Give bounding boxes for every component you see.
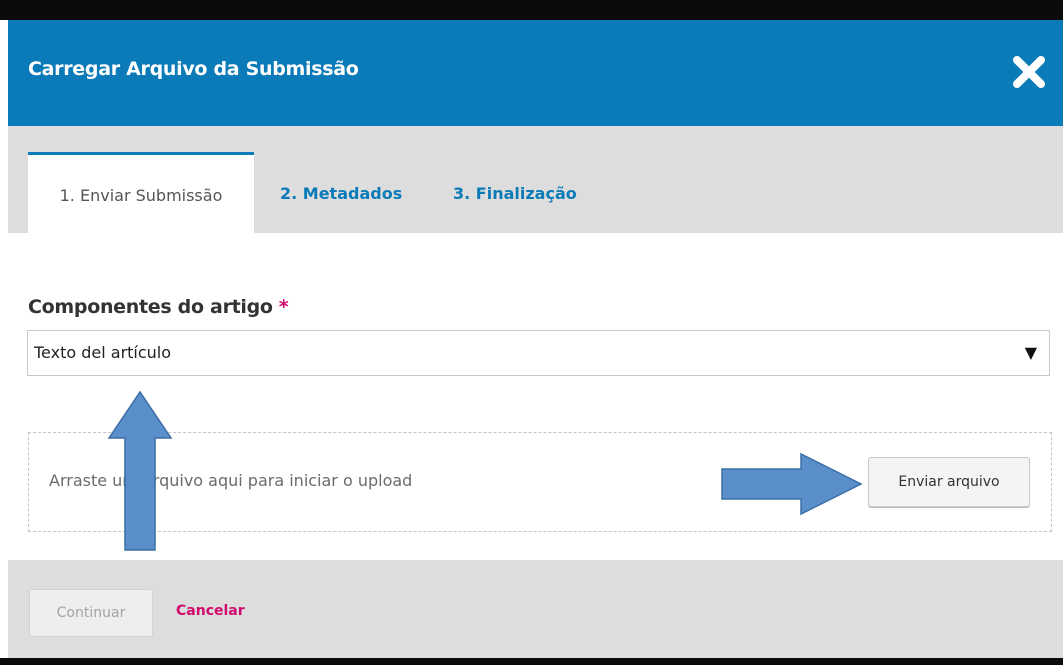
dialog-header: Carregar Arquivo da Submissão xyxy=(8,20,1063,126)
cancel-link[interactable]: Cancelar xyxy=(176,603,245,619)
upload-dialog-page: Carregar Arquivo da Submissão 1. Enviar … xyxy=(0,0,1063,665)
components-label: Componentes do artigo * xyxy=(28,296,289,318)
required-marker: * xyxy=(278,296,289,318)
components-select-value: Texto del artículo xyxy=(34,343,172,362)
triangle-down-icon: ▼ xyxy=(1024,343,1037,362)
file-dropzone[interactable]: Arraste um arquivo aqui para iniciar o u… xyxy=(28,432,1052,532)
components-select[interactable]: Texto del artículo ▼ xyxy=(27,330,1050,376)
dialog-title: Carregar Arquivo da Submissão xyxy=(28,58,359,80)
tab-metadados[interactable]: 2. Metadados xyxy=(280,154,402,233)
window-bottom-bar xyxy=(0,658,1063,665)
upload-file-button[interactable]: Enviar arquivo xyxy=(868,457,1030,507)
dialog-footer: Continuar Cancelar xyxy=(8,560,1063,658)
continue-button[interactable]: Continuar xyxy=(29,589,153,637)
close-icon[interactable] xyxy=(1009,52,1049,92)
dropzone-text: Arraste um arquivo aqui para iniciar o u… xyxy=(49,471,413,490)
tabs-bar: 1. Enviar Submissão 2. Metadados 3. Fina… xyxy=(8,126,1063,236)
tab-enviar-submissao[interactable]: 1. Enviar Submissão xyxy=(28,152,254,236)
tab-finalizacao[interactable]: 3. Finalização xyxy=(453,154,577,233)
components-label-text: Componentes do artigo xyxy=(28,296,273,318)
window-top-bar xyxy=(0,0,1063,20)
